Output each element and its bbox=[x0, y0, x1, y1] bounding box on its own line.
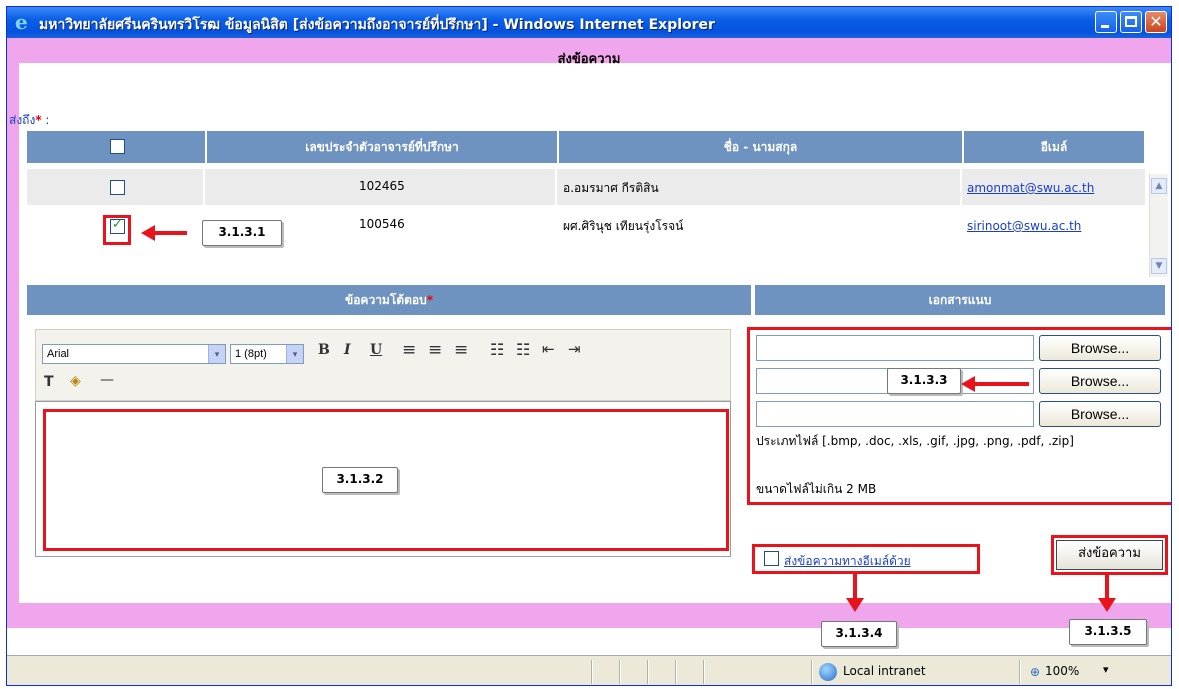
bold-icon[interactable]: B bbox=[318, 342, 330, 358]
callout-label: 3.1.3.3 bbox=[887, 368, 961, 394]
callout-label: 3.1.3.1 bbox=[202, 220, 282, 246]
send-to-label: ส่งถึง* : bbox=[9, 111, 49, 130]
align-left-icon[interactable]: ≡ bbox=[402, 340, 416, 360]
advisor-id: 102465 bbox=[359, 179, 405, 193]
advisor-id: 100546 bbox=[359, 217, 405, 231]
column-header-advisor-id: เลขประจำตัวอาจารย์ที่ปรึกษา bbox=[207, 131, 559, 163]
annotation-arrow-left bbox=[141, 225, 187, 241]
status-divider bbox=[591, 660, 593, 684]
advisor-name: ผศ.ศิรินุช เทียนรุ่งโรจน์ bbox=[563, 219, 684, 233]
italic-icon[interactable]: I bbox=[344, 342, 351, 358]
close-button[interactable]: ✕ bbox=[1145, 11, 1167, 33]
send-to-colon: : bbox=[41, 113, 50, 127]
scroll-down-icon[interactable]: ▼ bbox=[1151, 258, 1167, 274]
title-bar[interactable]: e มหาวิทยาลัยศรีนครินทรวิโรฒ ข้อมูลนิสิต… bbox=[7, 7, 1171, 38]
status-divider bbox=[647, 660, 649, 684]
annotation-arrow-left bbox=[961, 376, 1029, 392]
browse-button[interactable]: Browse... bbox=[1039, 335, 1161, 361]
background-color-icon[interactable]: ◈ bbox=[70, 373, 81, 389]
callout-label: 3.1.3.4 bbox=[821, 621, 897, 647]
zoom-level[interactable]: 100% bbox=[1045, 664, 1079, 678]
attachment-section-header: เอกสารแนบ bbox=[755, 285, 1165, 315]
status-divider bbox=[703, 660, 705, 684]
browse-button[interactable]: Browse... bbox=[1039, 401, 1161, 427]
security-zone-label: Local intranet bbox=[843, 664, 926, 678]
bullet-list-icon[interactable]: ☷ bbox=[516, 340, 530, 359]
page-title: ส่งข้อความ bbox=[557, 52, 621, 67]
align-right-icon[interactable]: ≡ bbox=[454, 340, 468, 360]
maximize-icon bbox=[1121, 12, 1141, 32]
text-color-icon[interactable]: T bbox=[44, 374, 54, 390]
status-divider bbox=[1019, 660, 1021, 684]
file-path-input[interactable] bbox=[756, 401, 1034, 427]
maximize-button[interactable] bbox=[1120, 11, 1142, 33]
column-header-email: อีเมล์ bbox=[964, 131, 1146, 163]
window-title: มหาวิทยาลัยศรีนครินทรวิโรฒ ข้อมูลนิสิต [… bbox=[39, 17, 715, 33]
required-mark: * bbox=[426, 293, 433, 307]
close-icon: ✕ bbox=[1149, 12, 1163, 31]
outdent-icon[interactable]: ⇤ bbox=[542, 340, 555, 358]
status-divider bbox=[675, 660, 677, 684]
browse-button[interactable]: Browse... bbox=[1039, 368, 1161, 394]
chevron-down-icon: ▾ bbox=[208, 345, 225, 363]
table-row: 102465 อ.อมรมาศ กีรติสิน amonmat@swu.ac.… bbox=[27, 169, 1145, 205]
ordered-list-icon[interactable]: ☷ bbox=[490, 340, 504, 359]
zoom-icon[interactable]: ⊕ bbox=[1030, 665, 1040, 679]
minimize-button[interactable] bbox=[1095, 11, 1117, 33]
annotation-arrow-down bbox=[846, 574, 864, 612]
email-copy-checkbox[interactable] bbox=[764, 551, 779, 566]
reply-header-text: ข้อความโต้ตอบ bbox=[345, 293, 427, 307]
browser-window: e มหาวิทยาลัยศรีนครินทรวิโรฒ ข้อมูลนิสิต… bbox=[6, 6, 1172, 686]
internet-explorer-icon: e bbox=[15, 10, 28, 34]
send-message-button[interactable]: ส่งข้อความ bbox=[1056, 540, 1163, 570]
indent-icon[interactable]: ⇥ bbox=[568, 340, 581, 358]
horizontal-rule-icon[interactable]: — bbox=[100, 372, 114, 388]
annotation-box-checkbox bbox=[103, 215, 131, 245]
table-row: 100546 ผศ.ศิรินุช เทียนรุ่งโรจน์ sirinoo… bbox=[27, 207, 1145, 243]
max-file-size: ขนาดไฟล์ไม่เกิน 2 MB bbox=[756, 482, 877, 496]
select-all-header bbox=[27, 131, 207, 163]
table-scrollbar[interactable]: ▲ ▼ bbox=[1149, 174, 1168, 277]
callout-label: 3.1.3.2 bbox=[322, 467, 398, 493]
font-family-select[interactable]: Arial ▾ bbox=[42, 344, 226, 364]
advisor-email-link[interactable]: amonmat@swu.ac.th bbox=[967, 181, 1094, 195]
select-all-checkbox[interactable] bbox=[110, 139, 125, 154]
file-path-input[interactable] bbox=[756, 335, 1034, 361]
row-checkbox[interactable] bbox=[110, 180, 125, 195]
reply-section-header: ข้อความโต้ตอบ* bbox=[27, 285, 753, 315]
font-size-select[interactable]: 1 (8pt) ▾ bbox=[230, 344, 304, 364]
local-intranet-icon bbox=[819, 663, 837, 681]
status-bar: Local intranet ⊕ 100% ▾ bbox=[7, 655, 1171, 685]
minimize-icon bbox=[1096, 12, 1116, 32]
status-divider bbox=[811, 660, 813, 684]
callout-label: 3.1.3.5 bbox=[1069, 619, 1147, 645]
scroll-up-icon[interactable]: ▲ bbox=[1151, 178, 1167, 194]
zoom-dropdown-icon[interactable]: ▾ bbox=[1103, 663, 1109, 676]
advisor-email-link[interactable]: sirinoot@swu.ac.th bbox=[967, 219, 1081, 233]
send-to-text: ส่งถึง bbox=[9, 113, 36, 127]
email-copy-label[interactable]: ส่งข้อความทางอีเมล์ด้วย bbox=[784, 552, 911, 571]
font-size-value: 1 (8pt) bbox=[235, 348, 267, 360]
underline-icon[interactable]: U bbox=[370, 342, 382, 358]
editor-toolbar: Arial ▾ 1 (8pt) ▾ B I U ≡ ≡ ≡ ☷ ☷ ⇤ ⇥ T … bbox=[35, 329, 731, 401]
status-divider bbox=[619, 660, 621, 684]
allowed-file-types: ประเภทไฟล์ [.bmp, .doc, .xls, .gif, .jpg… bbox=[756, 434, 1074, 448]
font-family-value: Arial bbox=[47, 348, 70, 360]
advisor-name: อ.อมรมาศ กีรติสิน bbox=[563, 181, 659, 195]
align-center-icon[interactable]: ≡ bbox=[428, 340, 442, 360]
chevron-down-icon: ▾ bbox=[286, 345, 303, 363]
annotation-arrow-down bbox=[1098, 575, 1116, 612]
column-header-name: ชื่อ - นามสกุล bbox=[559, 131, 964, 163]
